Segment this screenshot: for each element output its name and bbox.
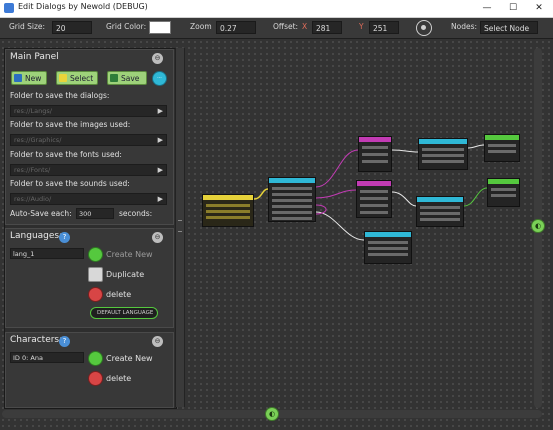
panel-splitter[interactable] bbox=[175, 48, 185, 407]
main-panel-collapse-icon[interactable]: ⊖ bbox=[152, 53, 163, 64]
dialogs-folder-path: res://Langs/ bbox=[14, 107, 52, 115]
languages-collapse-icon[interactable]: ⊖ bbox=[152, 232, 163, 243]
sounds-folder-input[interactable]: res://Audio/ ▶ bbox=[10, 193, 167, 205]
languages-help-icon[interactable]: ? bbox=[59, 232, 70, 243]
images-folder-path: res://Graphics/ bbox=[14, 136, 62, 144]
create-language-label[interactable]: Create New bbox=[106, 250, 153, 259]
autosave-input[interactable]: 300 bbox=[76, 208, 114, 219]
grip-icon bbox=[178, 220, 182, 232]
dialog-node[interactable] bbox=[268, 177, 316, 222]
save-icon bbox=[110, 74, 118, 82]
characters-collapse-icon[interactable]: ⊖ bbox=[152, 336, 163, 347]
dialogs-folder-label: Folder to save the dialogs: bbox=[10, 91, 110, 100]
fonts-folder-input[interactable]: res://Fonts/ ▶ bbox=[10, 164, 167, 176]
dialog-node[interactable] bbox=[364, 231, 412, 264]
images-folder-input[interactable]: res://Graphics/ ▶ bbox=[10, 134, 167, 146]
new-button-label: New bbox=[25, 74, 42, 83]
folder-icon bbox=[59, 74, 67, 82]
sounds-folder-path: res://Audio/ bbox=[14, 195, 52, 203]
vertical-scroll-handle-icon[interactable]: ◐ bbox=[531, 219, 545, 233]
browse-arrow-icon[interactable]: ▶ bbox=[158, 194, 163, 205]
characters-section: Characters: ? ⊖ ID 0: Ana Create New del… bbox=[5, 332, 174, 408]
fonts-folder-label: Folder to save the fonts used: bbox=[10, 150, 122, 159]
delete-language-label[interactable]: delete bbox=[106, 290, 131, 299]
duplicate-icon[interactable] bbox=[88, 267, 103, 282]
characters-title: Characters: bbox=[10, 335, 63, 345]
sounds-folder-label: Folder to save the sounds used: bbox=[10, 179, 130, 188]
select-button[interactable]: Select bbox=[56, 71, 98, 85]
horizontal-scrollbar[interactable]: ◐ bbox=[2, 407, 542, 421]
language-list-item[interactable]: lang_1 bbox=[10, 248, 84, 259]
dialog-node[interactable] bbox=[487, 178, 520, 207]
main-panel-section: Main Panel ⊖ New Select Save ··· Folder … bbox=[5, 49, 174, 225]
fonts-folder-path: res://Fonts/ bbox=[14, 166, 51, 174]
dialog-node[interactable] bbox=[202, 194, 254, 227]
side-panel: Main Panel ⊖ New Select Save ··· Folder … bbox=[4, 48, 177, 409]
dialog-node[interactable] bbox=[418, 138, 468, 170]
duplicate-label[interactable]: Duplicate bbox=[106, 270, 144, 279]
languages-title: Languages: bbox=[10, 231, 63, 241]
new-button[interactable]: New bbox=[11, 71, 47, 85]
autosave-unit: seconds: bbox=[119, 209, 153, 218]
languages-section: Languages: ? ⊖ lang_1 Create New Duplica… bbox=[5, 228, 174, 328]
delete-language-icon[interactable] bbox=[88, 287, 103, 302]
dialogs-folder-input[interactable]: res://Langs/ ▶ bbox=[10, 105, 167, 117]
default-language-button[interactable]: DEFAULT LANGUAGE bbox=[90, 307, 158, 319]
create-language-icon[interactable] bbox=[88, 247, 103, 262]
dialog-node[interactable] bbox=[356, 180, 392, 218]
create-character-icon[interactable] bbox=[88, 351, 103, 366]
browse-arrow-icon[interactable]: ▶ bbox=[158, 135, 163, 146]
dialog-node[interactable] bbox=[416, 196, 464, 227]
save-button[interactable]: Save bbox=[107, 71, 147, 85]
characters-help-icon[interactable]: ? bbox=[59, 336, 70, 347]
save-options-icon[interactable]: ··· bbox=[152, 71, 167, 86]
select-button-label: Select bbox=[70, 74, 94, 83]
delete-character-icon[interactable] bbox=[88, 371, 103, 386]
dialog-node[interactable] bbox=[358, 136, 392, 172]
autosave-label: Auto-Save each: bbox=[10, 209, 72, 218]
images-folder-label: Folder to save the images used: bbox=[10, 120, 131, 129]
horizontal-scroll-handle-icon[interactable]: ◐ bbox=[265, 407, 279, 421]
create-character-label[interactable]: Create New bbox=[106, 354, 153, 363]
character-list-item[interactable]: ID 0: Ana bbox=[10, 352, 84, 363]
browse-arrow-icon[interactable]: ▶ bbox=[158, 165, 163, 176]
main-panel-title: Main Panel bbox=[10, 52, 59, 62]
dialog-node[interactable] bbox=[484, 134, 520, 162]
browse-arrow-icon[interactable]: ▶ bbox=[158, 106, 163, 117]
vertical-scrollbar[interactable]: ◐ bbox=[531, 48, 545, 408]
new-file-icon bbox=[14, 74, 22, 82]
save-button-label: Save bbox=[121, 74, 140, 83]
delete-character-label[interactable]: delete bbox=[106, 374, 131, 383]
